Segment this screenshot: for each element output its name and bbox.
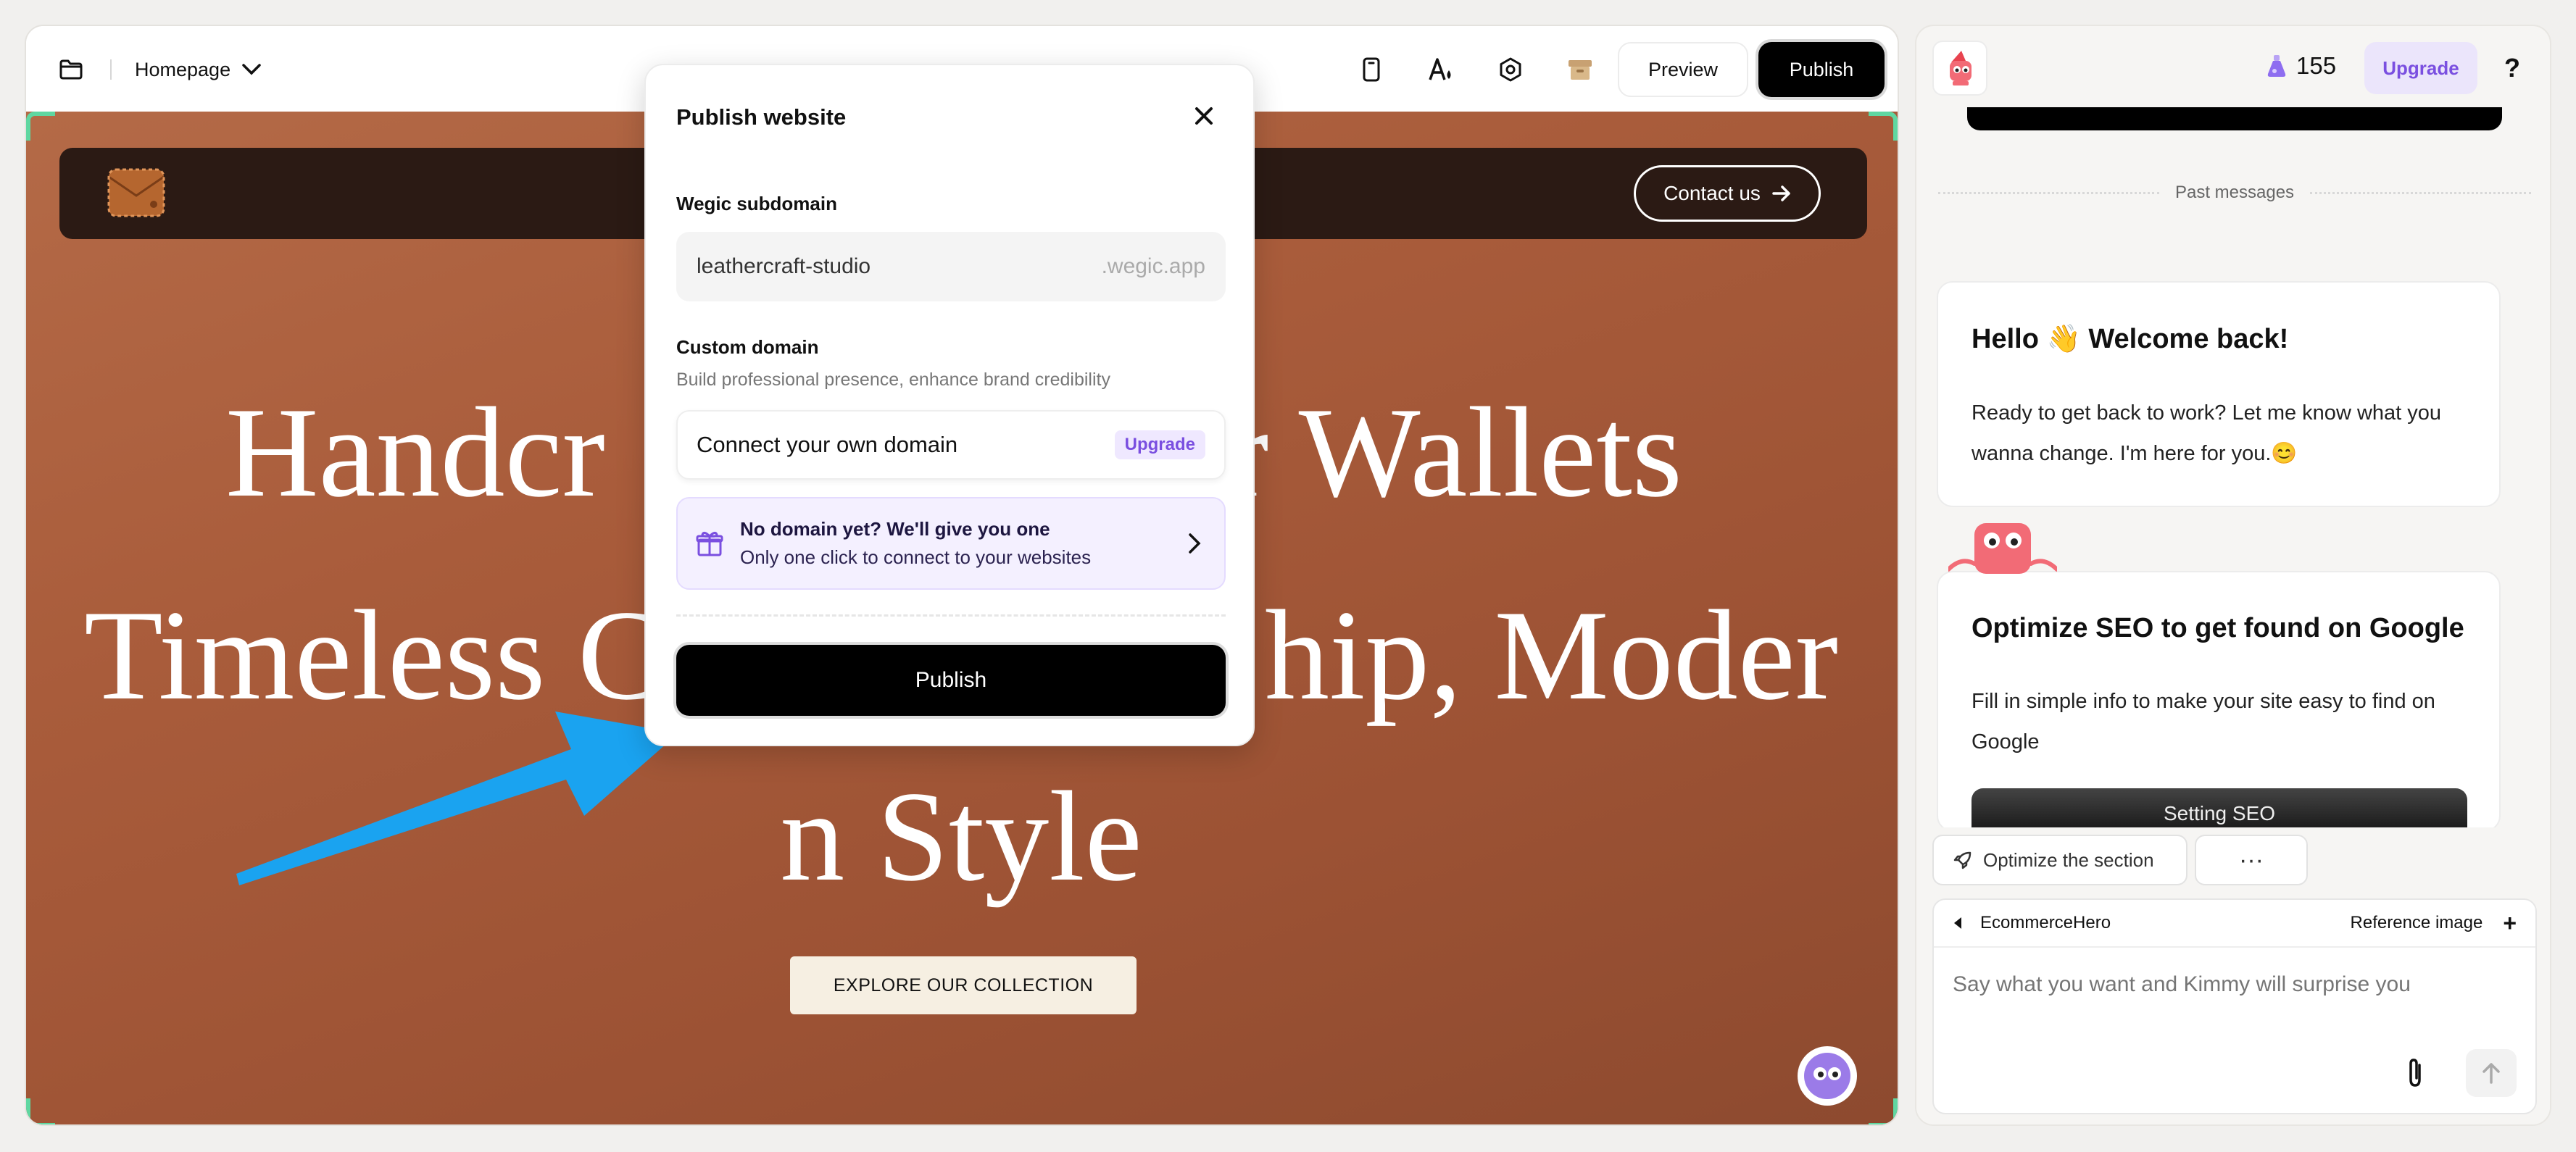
subdomain-field[interactable]: leathercraft-studio .wegic.app xyxy=(676,232,1226,301)
past-messages-label: Past messages xyxy=(2174,183,2295,202)
credits-display[interactable]: 155 xyxy=(2266,52,2336,80)
welcome-title: Hello 👋 Welcome back! xyxy=(1972,324,2289,354)
publish-modal: Publish website Wegic subdomain leatherc… xyxy=(644,64,1255,746)
kimmy-avatar-icon[interactable] xyxy=(1798,1046,1857,1106)
selection-corner xyxy=(26,1098,55,1124)
optimize-section-label: Optimize the section xyxy=(1983,848,2154,871)
toolbar-divider xyxy=(110,59,112,80)
message-input[interactable] xyxy=(1953,972,2518,997)
modal-publish-button[interactable]: Publish xyxy=(676,645,1226,716)
upgrade-button[interactable]: Upgrade xyxy=(2364,42,2477,94)
reference-image-button[interactable]: Reference image xyxy=(2351,913,2483,933)
app-logo-icon[interactable] xyxy=(1932,41,1987,96)
connect-domain-row[interactable]: Connect your own domain Upgrade xyxy=(676,410,1226,480)
modal-title: Publish website xyxy=(676,104,847,130)
folder-icon[interactable] xyxy=(54,52,88,87)
gift-icon xyxy=(696,531,723,556)
chevron-right-icon xyxy=(1189,533,1201,554)
preview-button[interactable]: Preview xyxy=(1618,42,1748,97)
contact-us-button[interactable]: Contact us xyxy=(1634,165,1821,222)
seo-title: Optimize SEO to get found on Google xyxy=(1972,613,2464,643)
send-button[interactable] xyxy=(2466,1049,2517,1097)
assistant-header: 155 Upgrade ? xyxy=(1916,26,2550,112)
close-icon[interactable] xyxy=(1188,100,1220,132)
arrow-right-icon xyxy=(1772,185,1790,201)
welcome-message-card: Hello 👋 Welcome back! Ready to get back … xyxy=(1937,281,2501,507)
divider-line xyxy=(2310,191,2532,194)
wallet-logo-icon[interactable] xyxy=(106,164,167,222)
previous-message-fragment xyxy=(1967,107,2502,130)
page-selector[interactable]: Homepage xyxy=(135,51,261,88)
promo-texts: No domain yet? We'll give you one Only o… xyxy=(740,518,1181,569)
box-icon[interactable] xyxy=(1561,51,1599,88)
settings-icon[interactable] xyxy=(1492,51,1529,88)
promo-title: No domain yet? We'll give you one xyxy=(740,518,1050,540)
selection-corner xyxy=(1869,1098,1898,1124)
custom-domain-description: Build professional presence, enhance bra… xyxy=(676,370,1110,390)
promo-subtitle: Only one click to connect to your websit… xyxy=(740,546,1092,568)
page-selector-label: Homepage xyxy=(135,58,231,80)
assistant-panel: 155 Upgrade ? Past messages Hello 👋 Welc… xyxy=(1915,25,2551,1126)
credits-count: 155 xyxy=(2296,52,2337,79)
rocket-icon xyxy=(1953,851,1972,869)
contact-us-label: Contact us xyxy=(1663,182,1761,204)
optimize-section-button[interactable]: Optimize the section xyxy=(1932,835,2187,885)
subdomain-value: leathercraft-studio xyxy=(697,254,871,278)
mascot-icon xyxy=(1948,523,2057,574)
seo-message-card: Optimize SEO to get found on Google Fill… xyxy=(1937,571,2501,839)
subdomain-label: Wegic subdomain xyxy=(676,193,837,214)
welcome-body: Ready to get back to work? Let me know w… xyxy=(1972,401,2442,465)
composer-context-bar: EcommerceHero Reference image + xyxy=(1934,900,2535,948)
upgrade-badge[interactable]: Upgrade xyxy=(1114,430,1205,459)
caret-left-icon[interactable] xyxy=(1953,916,1963,930)
selection-corner xyxy=(1869,112,1898,141)
add-reference-button[interactable]: + xyxy=(2503,910,2517,937)
message-composer: EcommerceHero Reference image + xyxy=(1932,898,2537,1114)
connect-domain-label: Connect your own domain xyxy=(697,432,958,457)
subdomain-suffix: .wegic.app xyxy=(1101,254,1205,278)
annotation-arrow-icon xyxy=(236,711,678,885)
modal-divider xyxy=(676,614,1226,617)
seo-body: Fill in simple info to make your site ea… xyxy=(1972,690,2435,754)
selection-corner xyxy=(26,112,55,141)
explore-collection-button[interactable]: EXPLORE OUR COLLECTION xyxy=(790,956,1137,1014)
divider-line xyxy=(1938,191,2159,194)
font-color-icon[interactable] xyxy=(1422,51,1460,88)
mobile-icon[interactable] xyxy=(1353,51,1390,88)
context-section-name: EcommerceHero xyxy=(1980,913,2111,932)
assistant-input-area: Optimize the section ··· EcommerceHero R… xyxy=(1916,827,2550,1124)
past-messages-divider: Past messages xyxy=(1938,183,2532,203)
potion-icon xyxy=(2267,55,2286,77)
more-options-button[interactable]: ··· xyxy=(2195,835,2308,885)
custom-domain-label: Custom domain xyxy=(676,336,819,358)
free-domain-promo[interactable]: No domain yet? We'll give you one Only o… xyxy=(676,497,1226,590)
arrow-up-icon xyxy=(2482,1063,2500,1084)
editor-panel: Homepage Preview Publish Contact us Hand… xyxy=(25,25,1899,1126)
chevron-down-icon xyxy=(242,64,261,75)
paperclip-icon[interactable] xyxy=(2398,1055,2434,1091)
publish-button[interactable]: Publish xyxy=(1758,42,1885,97)
help-icon[interactable]: ? xyxy=(2496,51,2528,85)
